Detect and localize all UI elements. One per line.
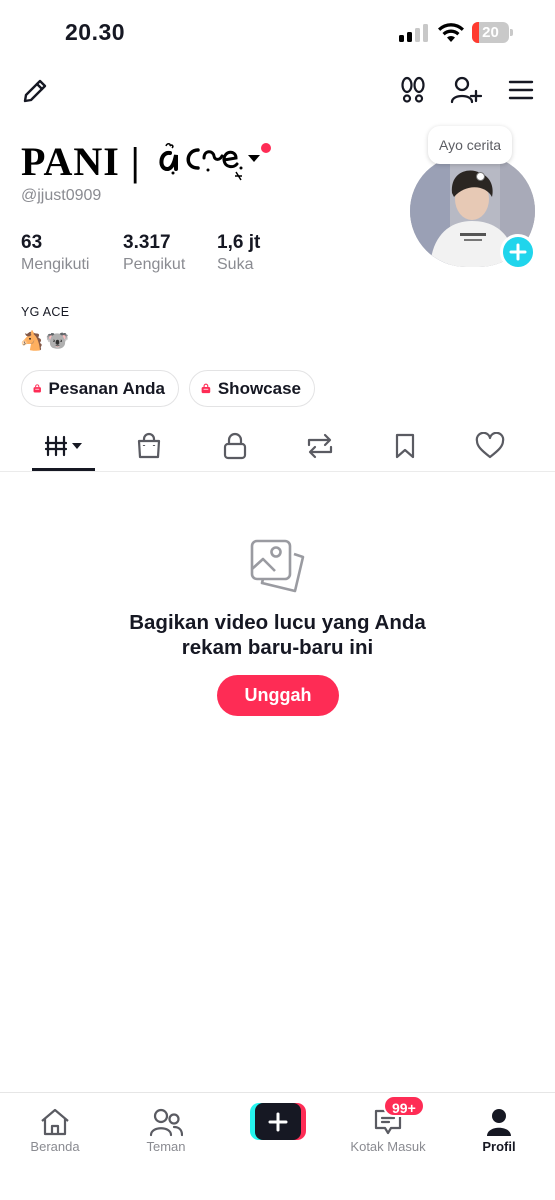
status-time: 20.30 (65, 19, 126, 45)
plus-icon (268, 1112, 288, 1131)
likes-stat[interactable]: 1,6 jt Suka (217, 232, 260, 274)
upload-button[interactable]: Unggah (217, 675, 339, 716)
empty-state-line-2: rekam baru-baru ini (181, 636, 374, 659)
cellular-signal-icon (399, 24, 429, 42)
shopping-bag-icon (137, 432, 161, 459)
profile-views-button[interactable] (396, 72, 430, 108)
inbox-notification-badge: 99+ (383, 1095, 425, 1117)
bookmark-icon (395, 433, 415, 459)
bio-emojis: 🐴 🐨 (20, 329, 69, 353)
add-story-button[interactable] (500, 234, 536, 270)
nav-profile[interactable]: Profil (464, 1093, 534, 1163)
orders-label: Pesanan Anda (48, 378, 165, 398)
pencil-icon (23, 79, 47, 103)
koala-emoji: 🐨 (45, 331, 70, 352)
nav-inbox-label: Kotak Masuk (350, 1139, 426, 1154)
friends-icon (149, 1108, 183, 1137)
photos-icon (250, 539, 305, 593)
bio-text: YG ACE (21, 305, 70, 319)
bubble-tail-dot (476, 172, 485, 181)
following-label: Mengikuti (21, 256, 90, 273)
lock-icon (223, 432, 247, 460)
followers-label: Pengikut (123, 256, 186, 273)
nav-profile-label: Profil (482, 1139, 516, 1154)
shopping-bag-icon (33, 384, 41, 393)
add-user-icon (450, 76, 482, 104)
hamburger-menu-icon (508, 80, 534, 100)
name-decoration-logo (159, 143, 271, 181)
menu-button[interactable] (504, 72, 538, 108)
wifi-icon (438, 23, 464, 42)
showcase-button[interactable]: Showcase (189, 370, 315, 407)
following-stat[interactable]: 63 Mengikuti (21, 232, 89, 274)
nav-friends-label: Teman (146, 1139, 186, 1154)
home-icon (41, 1108, 69, 1136)
status-bar: 20.30 20 (0, 0, 555, 62)
content-tabs (0, 420, 555, 472)
followers-stat[interactable]: 3.317 Pengikut (123, 232, 185, 274)
battery-percent: 20 (482, 24, 499, 41)
username: @jjust0909 (21, 187, 102, 204)
grid-icon (44, 435, 82, 457)
battery-icon: 20 (472, 22, 513, 43)
likes-count: 1,6 jt (217, 232, 261, 253)
heart-icon (475, 432, 505, 459)
tab-private[interactable] (213, 420, 257, 472)
tab-reposts[interactable] (298, 420, 342, 472)
add-friend-button[interactable] (448, 72, 484, 108)
showcase-label: Showcase (217, 378, 301, 398)
nav-home[interactable]: Beranda (20, 1093, 90, 1163)
profile-icon (487, 1109, 511, 1136)
horse-emoji: 🐴 (20, 331, 44, 352)
profile-avatar[interactable] (410, 155, 536, 270)
tab-videos[interactable] (32, 420, 95, 472)
tab-liked[interactable] (468, 420, 512, 472)
create-video-button[interactable] (250, 1103, 306, 1140)
empty-state-line-1: Bagikan video lucu yang Anda (129, 611, 426, 634)
orders-button[interactable]: Pesanan Anda (21, 370, 179, 407)
nav-home-label: Beranda (30, 1139, 80, 1154)
active-tab-indicator (32, 468, 95, 471)
edit-profile-button[interactable] (18, 74, 52, 108)
tab-favorites[interactable] (383, 420, 427, 472)
tab-shop[interactable] (127, 420, 171, 472)
story-prompt-bubble[interactable]: Ayo cerita (428, 126, 512, 164)
repost-icon (307, 433, 333, 459)
following-count: 63 (21, 232, 43, 253)
likes-label: Suka (217, 256, 254, 273)
footprints-icon (401, 76, 425, 103)
shopping-bag-icon (201, 383, 211, 394)
nav-friends[interactable]: Teman (131, 1093, 201, 1163)
empty-state-message: Bagikan video lucu yang Anda rekam baru-… (0, 610, 555, 660)
followers-count: 3.317 (123, 232, 171, 253)
display-name: PANI | (21, 139, 141, 184)
plus-icon (509, 243, 527, 261)
